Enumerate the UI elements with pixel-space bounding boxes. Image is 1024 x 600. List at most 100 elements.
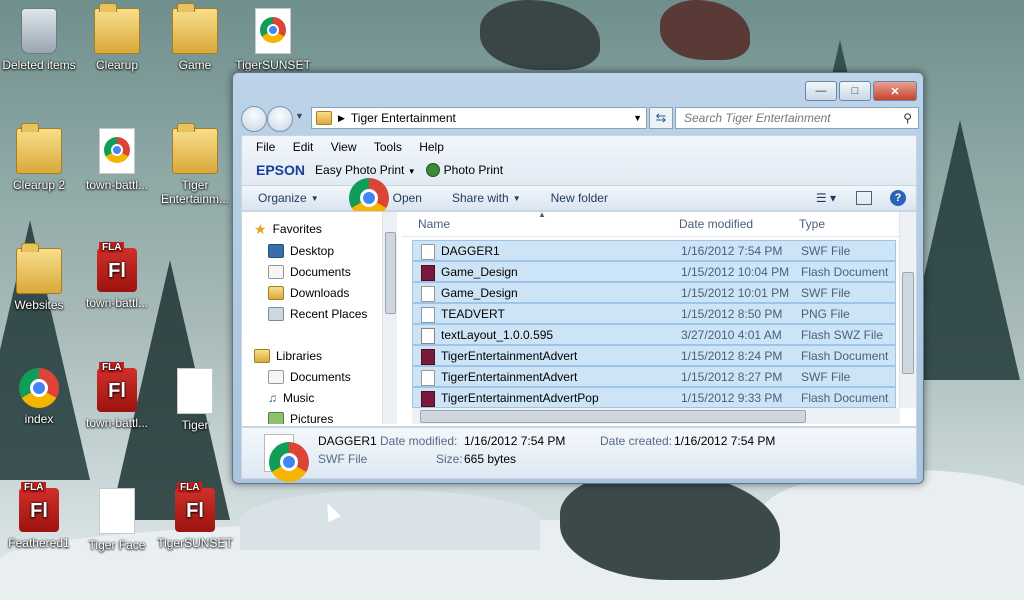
desktop-icon-label: Tiger Entertainm...	[160, 178, 230, 206]
back-button[interactable]	[241, 106, 267, 132]
column-type[interactable]: Type	[799, 217, 825, 231]
column-date-modified[interactable]: Date modified	[679, 217, 753, 231]
menu-tools[interactable]: Tools	[374, 140, 402, 154]
desktop-icon-14[interactable]: FLA Fl TigerSUNSET	[156, 482, 234, 550]
folder-icon	[172, 3, 218, 54]
share-with-label: Share with	[451, 191, 509, 205]
nav-favorites[interactable]: ★ Favorites	[254, 220, 322, 238]
nav-lib-documents[interactable]: Documents	[268, 368, 351, 386]
desktop-icon-7[interactable]: Websites	[0, 243, 78, 312]
file-row[interactable]: TigerEntertainmentAdvertPop 1/15/2012 9:3…	[412, 387, 896, 408]
file-row[interactable]: textLayout_1.0.0.595 3/27/2010 4:01 AM Fla…	[412, 324, 896, 345]
file-row[interactable]: DAGGER1 1/16/2012 7:54 PM SWF File	[412, 240, 896, 261]
desktop-icon-label: Clearup	[95, 58, 139, 72]
fl-glyph: Fl	[108, 260, 126, 282]
desktop-icon-8[interactable]: FLA Fl town-battl...	[78, 242, 156, 310]
file-name: Game_Design	[441, 286, 518, 300]
desktop-icon-4[interactable]: Clearup 2	[0, 123, 78, 192]
address-bar[interactable]: ▶ Tiger Entertainment ▼	[311, 107, 647, 129]
png-file-icon	[421, 307, 435, 323]
nav-pictures[interactable]: Pictures	[268, 410, 333, 424]
flash-file-icon	[421, 265, 435, 281]
desktop-icon-10[interactable]: FLA Fl town-battl...	[78, 362, 156, 430]
desktop-icon-6[interactable]: Tiger Entertainm...	[156, 123, 234, 206]
file-row[interactable]: TEADVERT 1/15/2012 8:50 PM PNG File	[412, 303, 896, 324]
search-input[interactable]: Search Tiger Entertainment ⚲	[675, 107, 919, 129]
menu-view[interactable]: View	[331, 140, 357, 154]
nav-scrollbar[interactable]	[382, 212, 397, 424]
menu-file[interactable]: File	[256, 140, 275, 154]
nav-music[interactable]: ♫ Music	[268, 389, 314, 407]
share-with-button[interactable]: Share with ▼	[452, 191, 521, 205]
sort-ascending-icon: ▲	[538, 212, 546, 219]
file-list-hscroll[interactable]	[412, 408, 900, 424]
desktop-icon-label: Game	[178, 58, 212, 72]
forward-button[interactable]	[267, 106, 293, 132]
nav-desktop[interactable]: Desktop	[268, 242, 334, 260]
nav-recent-places[interactable]: Recent Places	[268, 305, 367, 323]
address-dropdown-icon[interactable]: ▼	[633, 113, 642, 123]
menu-edit[interactable]: Edit	[293, 140, 314, 154]
search-icon[interactable]: ⚲	[903, 111, 912, 125]
hscroll-thumb[interactable]	[420, 410, 806, 423]
organize-button[interactable]: Organize ▼	[258, 191, 319, 205]
desktop-icon-11[interactable]: Tiger	[156, 368, 234, 432]
maximize-button[interactable]: □	[839, 81, 871, 101]
folder-icon	[172, 123, 218, 174]
search-placeholder: Search Tiger Entertainment	[684, 111, 831, 125]
file-row[interactable]: Game_Design 1/15/2012 10:01 PM SWF File	[412, 282, 896, 303]
desktop-icon-9[interactable]: index	[0, 368, 78, 426]
desktop-icon-5[interactable]: town-battl...	[78, 128, 156, 192]
desktop-icon-label: Deleted items	[2, 58, 76, 72]
preview-pane-icon[interactable]	[856, 191, 872, 205]
breadcrumb-current[interactable]: Tiger Entertainment	[351, 111, 456, 125]
refresh-button[interactable]: ⇆	[649, 107, 673, 129]
file-type: Flash Document	[801, 391, 889, 405]
file-name: textLayout_1.0.0.595	[441, 328, 554, 342]
column-name[interactable]: Name	[418, 217, 450, 231]
desktop-icon-2[interactable]: Game	[156, 3, 234, 72]
menu-help[interactable]: Help	[419, 140, 444, 154]
flash-file-icon: FLA Fl	[97, 242, 137, 292]
view-options-icon[interactable]: ☰ ▾	[816, 191, 836, 205]
flash-file-icon: FLA Fl	[97, 362, 137, 412]
recent-pages-chevron-icon[interactable]: ▼	[295, 111, 304, 121]
desktop-icon-label: Feathered1	[8, 536, 70, 550]
file-name: DAGGER1	[441, 244, 500, 258]
easy-photo-print-label: Easy Photo Print	[315, 163, 405, 177]
desktop-icon-13[interactable]: Tiger Face	[78, 488, 156, 552]
desktop-icon-12[interactable]: FLA Fl Feathered1	[0, 482, 78, 550]
desktop-icon-0[interactable]: Deleted items	[0, 8, 78, 72]
help-icon[interactable]: ?	[890, 190, 906, 206]
file-date: 1/15/2012 9:33 PM	[681, 391, 783, 405]
document-icon	[177, 368, 213, 414]
nav-scrollbar-thumb[interactable]	[385, 232, 396, 314]
photo-print-button[interactable]: Photo Print	[425, 163, 503, 177]
details-name: DAGGER1	[318, 434, 377, 448]
file-row[interactable]: TigerEntertainmentAdvert 1/15/2012 8:27 P…	[412, 366, 896, 387]
file-row[interactable]: Game_Design 1/15/2012 10:04 PM Flash Docum…	[412, 261, 896, 282]
pictures-icon	[268, 412, 284, 424]
explorer-window[interactable]: — □ ✕ ▼ ▶ Tiger Entertainment ▼ ⇆ Search…	[232, 72, 924, 484]
vscroll-thumb[interactable]	[902, 272, 914, 374]
nav-downloads[interactable]: Downloads	[268, 284, 349, 302]
close-button[interactable]: ✕	[873, 81, 917, 101]
desktop-icon-label: town-battl...	[85, 296, 149, 310]
desktop-icon-1[interactable]: Clearup	[78, 3, 156, 72]
folder-icon	[316, 111, 332, 125]
new-folder-button[interactable]: New folder	[551, 191, 608, 205]
fla-tag: FLA	[99, 362, 125, 373]
desktop-icon-label: Clearup 2	[12, 178, 66, 192]
nav-favorites-label: Favorites	[272, 222, 322, 236]
minimize-button[interactable]: —	[805, 81, 837, 101]
nav-libraries[interactable]: Libraries	[254, 347, 322, 365]
nav-documents[interactable]: Documents	[268, 263, 351, 281]
easy-photo-print-menu[interactable]: Easy Photo Print ▼	[315, 163, 416, 177]
desktop-icon-3[interactable]: TigerSUNSET	[234, 8, 312, 72]
libraries-icon	[254, 349, 270, 363]
fla-tag: FLA	[177, 482, 203, 493]
file-row[interactable]: TigerEntertainmentAdvert 1/15/2012 8:24 P…	[412, 345, 896, 366]
file-list-vscroll[interactable]	[899, 212, 916, 408]
flash-file-icon	[421, 391, 435, 407]
swf-file-icon	[421, 244, 435, 260]
